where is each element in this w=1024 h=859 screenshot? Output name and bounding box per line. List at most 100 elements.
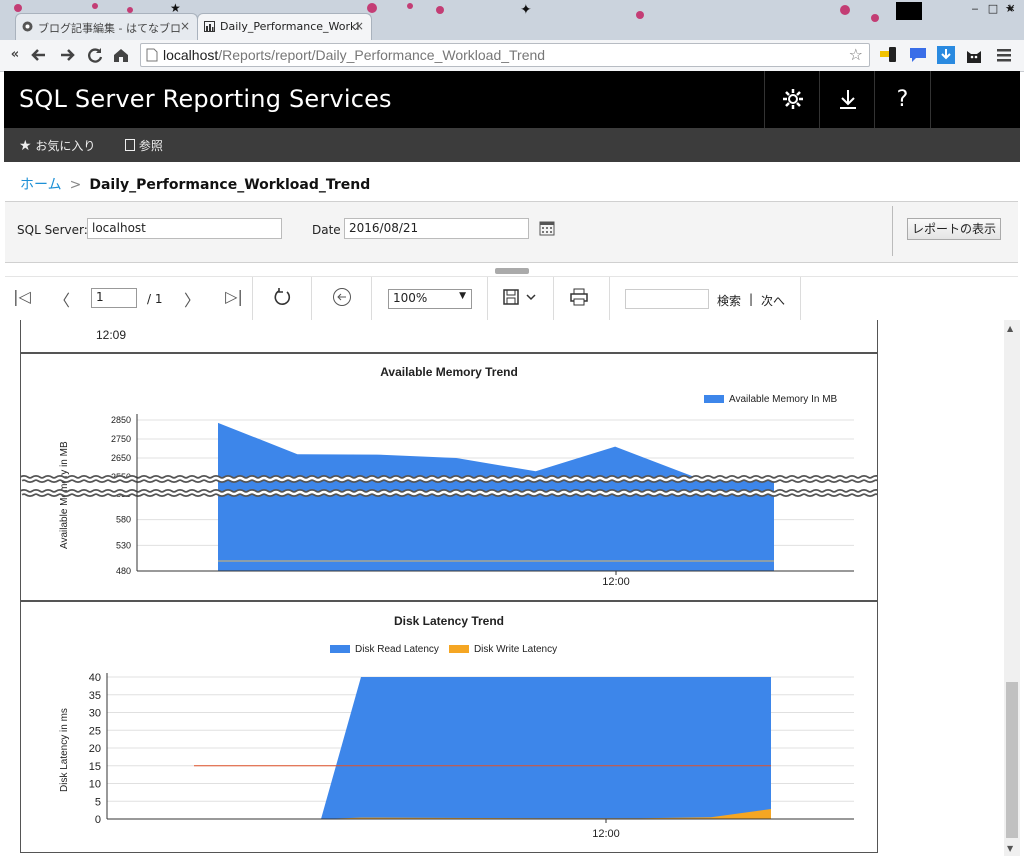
reload-icon <box>88 48 103 63</box>
page-number-input[interactable]: 1 <box>91 288 137 308</box>
next-page-icon[interactable]: 〉 <box>181 287 203 311</box>
svg-text:✦: ✦ <box>520 1 532 17</box>
divider <box>800 277 801 320</box>
y-tick-label: 10 <box>89 779 101 791</box>
close-icon[interactable]: × <box>180 19 190 33</box>
printer-glyph <box>570 288 588 306</box>
divider <box>311 277 312 320</box>
url-text: localhost/Reports/report/Daily_Performan… <box>163 47 546 63</box>
divider <box>252 277 253 320</box>
forward-button[interactable] <box>56 44 78 66</box>
memory-chart-plot: 285027502650255063058053048012:00 <box>21 414 877 588</box>
report-icon <box>204 21 215 32</box>
save-icon <box>503 289 536 305</box>
find-next-button[interactable]: 次へ <box>761 292 785 309</box>
nav-favorites[interactable]: ★ お気に入り <box>19 137 95 154</box>
home-button[interactable] <box>110 44 132 66</box>
help-button[interactable]: ? <box>874 71 931 128</box>
y-tick-label: 30 <box>89 708 101 720</box>
y-tick-label: 5 <box>95 796 101 808</box>
y-tick-label: 35 <box>89 690 101 702</box>
extension-key-icon[interactable] <box>878 45 898 65</box>
y-tick-label: 40 <box>89 672 101 684</box>
minimize-icon[interactable]: ‒ <box>968 2 982 16</box>
app-title: SQL Server Reporting Services <box>19 85 392 113</box>
y-tick-label: 15 <box>89 761 101 773</box>
tab-report[interactable]: Daily_Performance_Workl × <box>197 13 372 40</box>
view-report-button[interactable]: レポートの表示 <box>907 218 1001 240</box>
browser-toolbar: « localhost/Reports/report/Daily_Perform… <box>0 40 1024 72</box>
arrow-left-icon <box>31 49 45 61</box>
vertical-scrollbar[interactable]: ▲ ▼ <box>1004 320 1020 856</box>
scrollbar-thumb[interactable] <box>1006 682 1018 838</box>
export-button[interactable] <box>501 287 541 311</box>
calendar-icon[interactable] <box>539 220 555 236</box>
chevron-right-icon: > <box>69 177 82 193</box>
memory-chart-panel: Available Memory Trend Available Memory … <box>20 353 878 601</box>
breadcrumb-current: Daily_Performance_Workload_Trend <box>89 177 371 193</box>
tab-title: Daily_Performance_Workl <box>220 20 360 33</box>
find-input[interactable] <box>625 289 709 309</box>
page-total: / 1 <box>147 292 163 306</box>
sql-server-input[interactable]: localhost <box>87 218 282 239</box>
download-icon <box>839 90 856 109</box>
scroll-up-icon[interactable]: ▲ <box>1007 324 1013 333</box>
dropdown-arrow-icon: ▼ <box>459 291 466 301</box>
star-icon: ★ <box>19 138 32 154</box>
report-toolbar: |◁ 〈 1 / 1 〉 ▷| 100% ▼ 検索 | 次へ <box>5 276 1018 321</box>
bookmarks-chevron-button[interactable]: « <box>4 44 26 66</box>
close-icon[interactable]: × <box>354 19 364 33</box>
scroll-down-icon[interactable]: ▼ <box>1007 844 1013 853</box>
y-tick-label: 530 <box>116 540 131 550</box>
last-page-icon[interactable]: ▷| <box>223 287 245 306</box>
extension-download-icon[interactable] <box>936 45 956 65</box>
browser-tabstrip: ★ ✦ ★ ブログ記事編集 - はてなブロ × Daily_Performance_… <box>0 0 1024 40</box>
bookmark-star-icon[interactable]: ☆ <box>849 45 863 64</box>
x-tick-label: 12:00 <box>592 828 620 840</box>
arrow-right-icon <box>61 49 75 61</box>
gear-icon <box>782 89 803 109</box>
y-tick-label: 0 <box>95 814 101 826</box>
maximize-icon[interactable]: □ <box>986 2 1000 16</box>
divider <box>892 206 893 256</box>
address-bar[interactable]: localhost/Reports/report/Daily_Performan… <box>140 43 870 67</box>
home-icon <box>114 49 128 62</box>
find-button[interactable]: 検索 <box>717 292 741 309</box>
parameter-collapse-handle[interactable] <box>495 268 529 274</box>
refresh-icon[interactable] <box>271 287 293 311</box>
divider <box>553 277 554 320</box>
nav-browse-label: 参照 <box>138 139 163 153</box>
menu-icon[interactable] <box>994 45 1014 65</box>
disk-chart-panel: Disk Latency Trend Disk Read Latency Dis… <box>20 601 878 853</box>
zoom-value: 100% <box>393 291 428 305</box>
y-tick-label: 2750 <box>111 434 131 444</box>
divider <box>487 277 488 320</box>
x-tick-label: 12:00 <box>602 576 630 588</box>
back-to-parent-icon[interactable] <box>331 287 353 311</box>
date-input[interactable]: 2016/08/21 <box>344 218 529 239</box>
zoom-select[interactable]: 100% ▼ <box>388 289 472 309</box>
close-window-icon[interactable]: ✕ <box>1004 2 1018 16</box>
sql-server-label: SQL Server: <box>17 223 88 237</box>
previous-page-icon[interactable]: 〈 <box>51 287 73 311</box>
nav-favorites-label: お気に入り <box>35 139 96 153</box>
circle-arrow-left-glyph <box>333 288 351 306</box>
reload-button[interactable] <box>84 44 106 66</box>
nav-browse[interactable]: 参照 <box>125 137 163 154</box>
breadcrumb-home-link[interactable]: ホーム <box>20 177 62 193</box>
first-page-icon[interactable]: |◁ <box>11 287 33 306</box>
y-tick-label: 2850 <box>111 415 131 425</box>
print-icon[interactable] <box>568 287 590 311</box>
y-tick-label: 580 <box>116 515 131 525</box>
back-button[interactable] <box>28 44 50 66</box>
y-tick-label: 20 <box>89 743 101 755</box>
settings-button[interactable] <box>764 71 820 128</box>
divider <box>371 277 372 320</box>
page-icon <box>146 48 158 62</box>
refresh-glyph <box>274 288 291 305</box>
download-button[interactable] <box>819 71 875 128</box>
y-tick-label: 25 <box>89 725 101 737</box>
extension-cat-icon[interactable] <box>964 45 984 65</box>
tab-blog-editor[interactable]: ブログ記事編集 - はてなブロ × <box>15 13 198 40</box>
extension-comment-icon[interactable] <box>908 45 928 65</box>
